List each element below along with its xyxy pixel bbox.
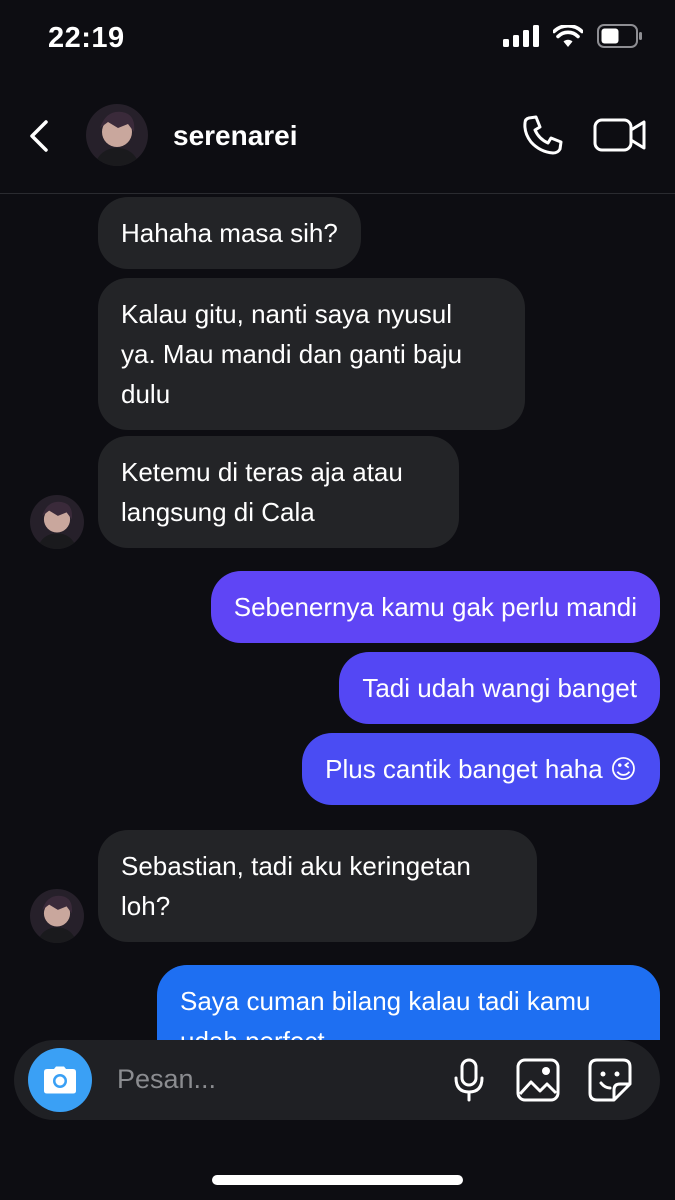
signal-icon xyxy=(503,25,539,47)
sender-avatar[interactable] xyxy=(30,495,84,549)
status-time: 22:19 xyxy=(48,22,125,54)
message-bubble-outgoing[interactable]: Saya cuman bilang kalau tadi kamu udah p… xyxy=(157,965,660,1040)
wifi-icon xyxy=(553,25,583,47)
message-text: Plus cantik banget haha 😉 xyxy=(325,754,637,784)
message-text-line: Sebastian, tadi aku keringetan xyxy=(121,851,471,881)
sender-avatar[interactable] xyxy=(30,889,84,943)
message-bubble-outgoing[interactable]: Sebenernya kamu gak perlu mandi xyxy=(210,571,660,643)
battery-icon xyxy=(597,24,642,48)
message-text-line: Kalau gitu, nanti saya nyusul xyxy=(121,299,452,329)
status-bar: 22:19 xyxy=(0,0,675,80)
microphone-icon[interactable] xyxy=(452,1058,486,1102)
message-bubble-incoming[interactable]: Ketemu di teras aja atau langsung di Cal… xyxy=(98,436,459,548)
message-text: Hahaha masa sih? xyxy=(121,218,338,248)
message-text: Sebenernya kamu gak perlu mandi xyxy=(233,592,637,622)
avatar-photo xyxy=(30,889,84,943)
message-bubble-incoming[interactable]: Sebastian, tadi aku keringetan loh? xyxy=(98,830,537,942)
message-text: Tadi udah wangi banget xyxy=(362,673,637,703)
chevron-left-icon[interactable] xyxy=(24,116,56,156)
message-list[interactable]: Hahaha masa sih? Kalau gitu, nanti saya … xyxy=(0,195,675,1040)
camera-button[interactable] xyxy=(28,1048,92,1112)
avatar[interactable] xyxy=(86,104,148,166)
status-icons xyxy=(503,24,643,48)
message-input[interactable]: Pesan... xyxy=(117,1064,216,1095)
home-indicator xyxy=(212,1175,463,1185)
message-text-line: dulu xyxy=(121,379,171,409)
message-bubble-outgoing[interactable]: Tadi udah wangi banget xyxy=(339,652,660,724)
message-bubble-outgoing[interactable]: Plus cantik banget haha 😉 xyxy=(302,733,660,805)
message-bubble-incoming[interactable]: Hahaha masa sih? xyxy=(98,197,361,269)
message-text-line: Ketemu di teras aja atau xyxy=(121,457,403,487)
message-text-line: Saya cuman bilang kalau tadi kamu xyxy=(180,986,591,1016)
video-camera-icon[interactable] xyxy=(592,112,648,158)
message-text-line: ya. Mau mandi dan ganti baju xyxy=(121,339,463,369)
message-text-line: udah perfect xyxy=(180,1021,637,1040)
message-text-line: loh? xyxy=(121,891,171,921)
chat-header: serenarei xyxy=(0,96,675,194)
message-text-line: langsung di Cala xyxy=(121,497,315,527)
image-icon[interactable] xyxy=(516,1058,560,1102)
avatar-photo xyxy=(86,104,148,166)
camera-icon xyxy=(44,1066,76,1094)
avatar-photo xyxy=(30,495,84,549)
sticker-icon[interactable] xyxy=(588,1058,632,1102)
message-bubble-incoming[interactable]: Kalau gitu, nanti saya nyusul ya. Mau ma… xyxy=(98,278,525,430)
phone-icon[interactable] xyxy=(520,112,566,158)
chat-username[interactable]: serenarei xyxy=(173,120,298,152)
message-composer: Pesan... xyxy=(14,1040,660,1120)
